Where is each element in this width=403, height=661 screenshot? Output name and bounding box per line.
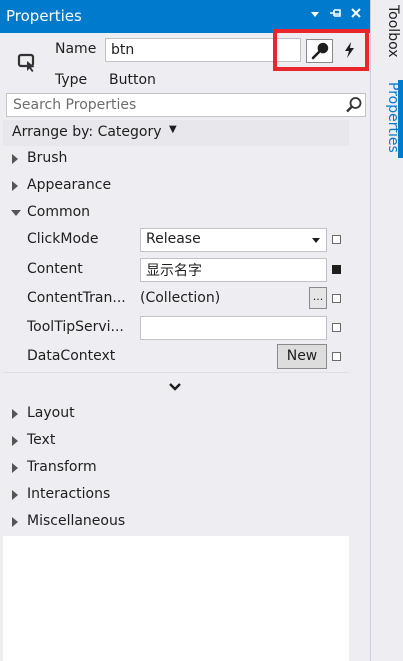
content-input[interactable] — [140, 258, 327, 282]
dropdown-arrow-icon[interactable] — [305, 6, 325, 26]
property-row-content: Content — [3, 255, 349, 285]
category-label: Common — [27, 204, 91, 220]
expand-arrow-icon — [12, 490, 18, 500]
clickmode-select[interactable]: Release — [140, 228, 327, 252]
category-common[interactable]: Common — [3, 200, 349, 227]
expand-arrow-icon — [12, 154, 18, 164]
property-row-clickmode: ClickMode Release — [3, 225, 349, 255]
collapse-arrow-icon — [11, 210, 21, 216]
close-icon[interactable] — [346, 6, 366, 26]
tooltip-input[interactable] — [140, 316, 327, 340]
category-appearance[interactable]: Appearance — [3, 173, 349, 200]
category-label: Layout — [27, 405, 75, 421]
property-name: ToolTipServi... — [27, 319, 124, 335]
common-properties: ClickMode Release Content ContentTran...… — [3, 225, 349, 372]
element-icon — [17, 52, 39, 74]
tab-toolbox[interactable]: Toolbox — [373, 5, 401, 75]
arrange-by-dropdown[interactable]: Arrange by: Category ▼ — [3, 120, 349, 146]
property-marker[interactable] — [332, 323, 341, 332]
category-label: Miscellaneous — [27, 513, 126, 529]
pin-icon[interactable] — [326, 6, 346, 26]
properties-panel: Properties Name Type Button — [0, 0, 370, 661]
chevron-down-icon — [169, 383, 181, 391]
events-view-button[interactable] — [337, 39, 362, 63]
active-tab-indicator — [398, 80, 403, 158]
expand-arrow-icon — [12, 409, 18, 419]
lightning-icon — [345, 42, 354, 58]
category-label: Appearance — [27, 177, 112, 193]
type-label: Type — [55, 72, 88, 88]
property-marker[interactable] — [332, 352, 341, 361]
property-marker-set[interactable] — [332, 265, 341, 274]
expand-arrow-icon — [12, 463, 18, 473]
name-label: Name — [55, 41, 97, 57]
type-value: Button — [109, 72, 156, 88]
wrench-icon — [311, 42, 329, 60]
tab-properties[interactable]: Properties — [373, 82, 401, 162]
properties-view-button[interactable] — [306, 39, 333, 63]
expand-arrow-icon — [12, 436, 18, 446]
category-brush[interactable]: Brush — [3, 146, 349, 173]
category-label: Brush — [27, 150, 68, 166]
property-row-tooltipservice: ToolTipServi... — [3, 313, 349, 343]
category-label: Text — [27, 432, 56, 448]
category-label: Interactions — [27, 486, 111, 502]
arrange-by-label: Arrange by: Category — [12, 124, 162, 140]
category-label: Transform — [27, 459, 97, 475]
property-row-contenttransitions: ContentTran... (Collection) ... — [3, 284, 349, 314]
side-tab-strip: Toolbox Properties — [370, 0, 403, 661]
property-marker[interactable] — [332, 294, 341, 303]
category-text[interactable]: Text — [3, 428, 349, 455]
property-marker[interactable] — [332, 235, 341, 244]
panel-title: Properties — [6, 7, 82, 25]
property-name: Content — [27, 261, 83, 277]
name-input[interactable] — [105, 38, 301, 62]
advanced-expander[interactable] — [3, 372, 349, 402]
search-box — [6, 93, 366, 117]
category-transform[interactable]: Transform — [3, 455, 349, 482]
collection-value: (Collection) — [140, 290, 221, 306]
search-icon[interactable] — [345, 96, 363, 114]
clickmode-value: Release — [146, 231, 201, 247]
property-name: DataContext — [27, 348, 116, 364]
expand-arrow-icon — [12, 181, 18, 191]
property-row-datacontext: DataContext New — [3, 342, 349, 372]
ellipsis-button[interactable]: ... — [309, 287, 327, 309]
chevron-down-icon — [312, 238, 320, 243]
property-name: ClickMode — [27, 231, 99, 247]
category-interactions[interactable]: Interactions — [3, 482, 349, 509]
title-bar: Properties — [0, 0, 370, 33]
property-name: ContentTran... — [27, 290, 126, 306]
expand-arrow-icon — [12, 517, 18, 527]
property-grid: Arrange by: Category ▼ Brush Appearance … — [3, 120, 349, 661]
search-input[interactable] — [7, 94, 337, 116]
dropdown-caret-icon: ▼ — [169, 124, 177, 135]
category-layout[interactable]: Layout — [3, 401, 349, 428]
new-button[interactable]: New — [277, 344, 327, 369]
category-miscellaneous[interactable]: Miscellaneous — [3, 509, 349, 536]
